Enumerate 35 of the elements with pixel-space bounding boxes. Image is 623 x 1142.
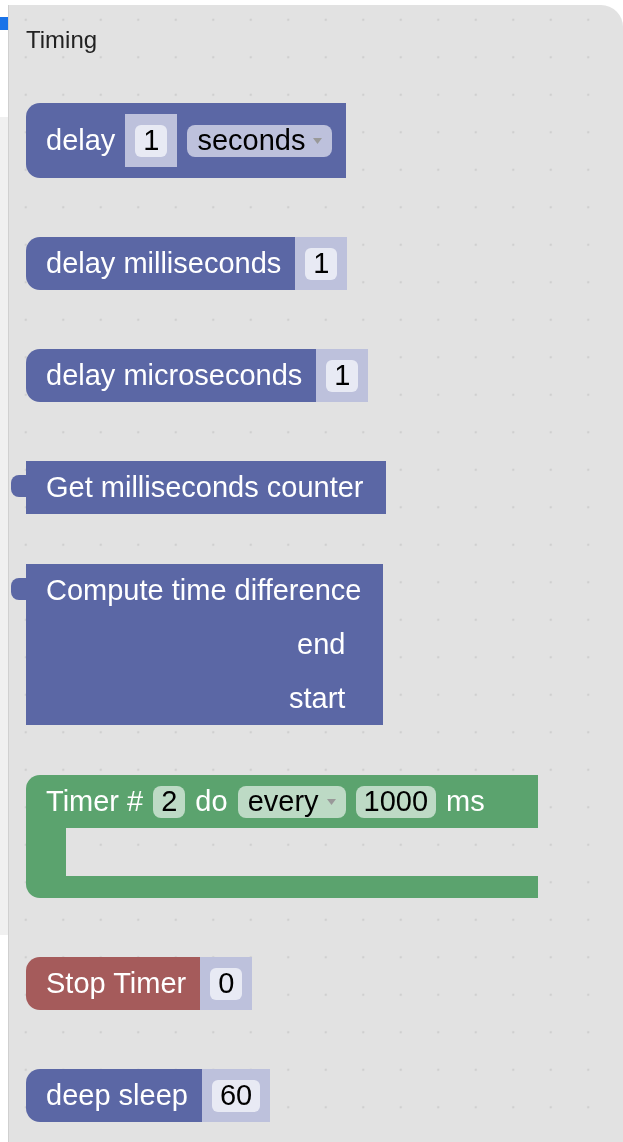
output-tab-icon bbox=[11, 475, 26, 497]
block-label: do bbox=[195, 785, 228, 818]
output-tab-icon bbox=[11, 578, 26, 600]
block-label: Compute time difference bbox=[46, 574, 362, 607]
code-block[interactable]: Timer # 2 do every 1000 ms bbox=[26, 775, 538, 828]
block-label: delay bbox=[46, 124, 116, 157]
dropdown[interactable]: seconds bbox=[187, 124, 333, 157]
block-label: deep sleep bbox=[46, 1079, 188, 1112]
block-label: Get milliseconds counter bbox=[46, 471, 364, 504]
number-field[interactable]: 1000 bbox=[355, 785, 437, 818]
block-label: Stop Timer bbox=[46, 967, 187, 1000]
input-label: start bbox=[289, 682, 346, 715]
block-label: delay milliseconds bbox=[46, 247, 282, 280]
input-label: end bbox=[297, 628, 346, 661]
code-block[interactable]: deep sleep bbox=[26, 1069, 202, 1122]
number-field[interactable]: 1 bbox=[305, 247, 338, 280]
code-block[interactable]: Stop Timer bbox=[26, 957, 201, 1010]
code-block[interactable]: Compute time difference end start bbox=[26, 564, 384, 725]
code-block[interactable]: delay milliseconds bbox=[26, 237, 296, 290]
dropdown[interactable]: every bbox=[237, 785, 346, 818]
number-field[interactable]: 1 bbox=[326, 359, 359, 392]
block-label: ms bbox=[446, 785, 485, 818]
category-title: Timing bbox=[26, 25, 99, 55]
caret-icon bbox=[326, 798, 336, 805]
code-block[interactable]: delay microseconds bbox=[26, 349, 317, 402]
number-field[interactable]: 2 bbox=[153, 785, 186, 818]
block-label: Timer # bbox=[46, 785, 144, 818]
code-block[interactable]: Get milliseconds counter bbox=[26, 461, 386, 514]
code-block[interactable]: delay 1 seconds bbox=[26, 103, 347, 178]
number-field[interactable]: 60 bbox=[211, 1079, 261, 1112]
number-field[interactable]: 1 bbox=[135, 124, 168, 157]
selection-marker bbox=[0, 17, 8, 30]
caret-icon bbox=[313, 137, 323, 144]
number-field[interactable]: 0 bbox=[210, 967, 243, 1000]
block-label: delay microseconds bbox=[46, 359, 303, 392]
